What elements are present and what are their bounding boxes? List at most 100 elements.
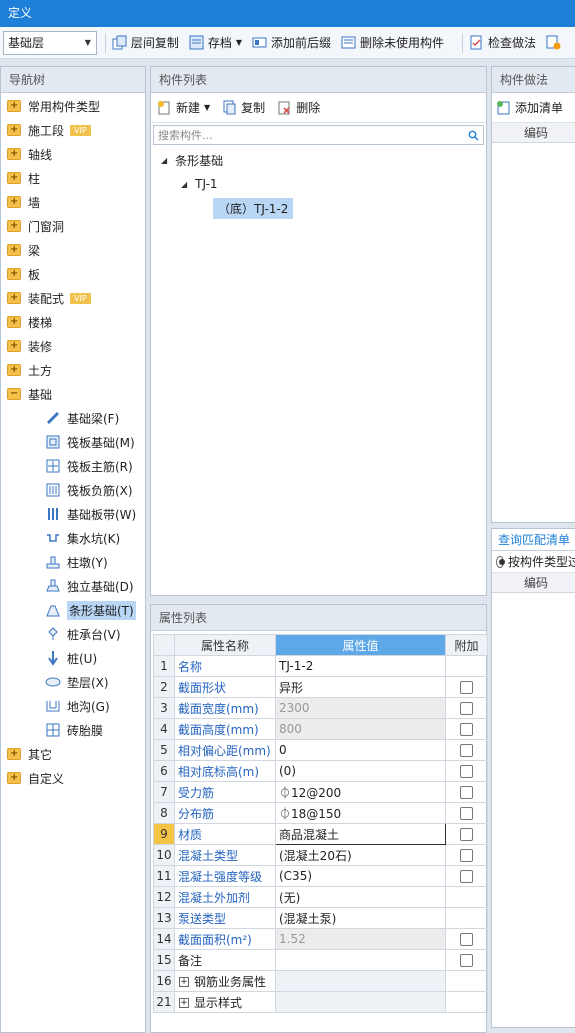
tree-node-tj-1[interactable]: ◢ TJ-1 (151, 172, 486, 196)
property-row[interactable]: 9 材质 商品混凝土 (153, 823, 488, 845)
nav-item-foundation[interactable]: − 基础 (1, 382, 145, 406)
nav-child-trench[interactable]: 地沟(G) (1, 694, 145, 718)
extra-checkbox[interactable] (460, 723, 473, 736)
nav-child-brick-mold[interactable]: 砖胎膜 (1, 718, 145, 742)
property-value[interactable]: ⏀18@150 (275, 802, 446, 824)
nav-item-construction-section[interactable]: + 施工段 VIP (1, 118, 145, 142)
property-value[interactable]: (混凝土20石) (275, 844, 446, 866)
nav-child-foundation-beam[interactable]: 基础梁(F) (1, 406, 145, 430)
property-row[interactable]: 15 备注 (153, 949, 488, 971)
property-value[interactable]: (C35) (275, 865, 446, 887)
property-value[interactable]: 2300 (275, 697, 446, 719)
check-method-button[interactable]: 检查做法 (469, 34, 536, 51)
extra-checkbox[interactable] (460, 786, 473, 799)
nav-child-raft[interactable]: 筏板基础(M) (1, 430, 145, 454)
nav-item-openings[interactable]: + 门窗洞 (1, 214, 145, 238)
nav-child-raft-main-rebar[interactable]: 筏板主筋(R) (1, 454, 145, 478)
nav-child-pile-cap[interactable]: 桩承台(V) (1, 622, 145, 646)
nav-item-earthwork[interactable]: + 土方 (1, 358, 145, 382)
nav-child-cushion[interactable]: 垫层(X) (1, 670, 145, 694)
nav-child-column-pier[interactable]: 柱墩(Y) (1, 550, 145, 574)
property-row[interactable]: 12 混凝土外加剂 (无) (153, 886, 488, 908)
expand-plus-icon[interactable]: + (179, 977, 189, 987)
component-search-input[interactable]: 搜索构件... (153, 125, 484, 145)
radio-button[interactable] (496, 555, 505, 568)
nav-item-stairs[interactable]: + 楼梯 (1, 310, 145, 334)
nav-item-common[interactable]: + 常用构件类型 (1, 94, 145, 118)
property-row[interactable]: 8 分布筋 ⏀18@150 (153, 802, 488, 824)
nav-item-wall[interactable]: + 墙 (1, 190, 145, 214)
nav-child-strip-footing[interactable]: 条形基础(T) (1, 598, 145, 622)
query-match-tab[interactable]: 查询匹配清单 (498, 531, 570, 548)
property-row[interactable]: 11 混凝土强度等级 (C35) (153, 865, 488, 887)
extra-checkbox[interactable] (460, 870, 473, 883)
tree-node-tj-1-2[interactable]: （底）TJ-1-2 (151, 196, 486, 220)
tree-node-strip-footing[interactable]: ◢ 条形基础 (151, 148, 486, 172)
property-name: 混凝土类型 (174, 844, 276, 866)
filter-by-type-radio[interactable]: 按构件类型过 (492, 551, 575, 573)
query-match-panel: 查询匹配清单 按构件类型过 编码 (491, 528, 575, 1028)
property-value[interactable]: 异形 (275, 676, 446, 698)
nav-child-sump-pit[interactable]: 集水坑(K) (1, 526, 145, 550)
nav-item-column[interactable]: + 柱 (1, 166, 145, 190)
property-row[interactable]: 10 混凝土类型 (混凝土20石) (153, 844, 488, 866)
nav-item-axis[interactable]: + 轴线 (1, 142, 145, 166)
property-row[interactable]: 3 截面宽度(mm) 2300 (153, 697, 488, 719)
main-toolbar: 基础层 ▼ 层间复制 存档 ▼ 添加前后缀 删除未使用构件 检查做法 (0, 27, 575, 59)
delete-unused-button[interactable]: 删除未使用构件 (341, 34, 444, 51)
nav-child-isolated-footing[interactable]: 独立基础(D) (1, 574, 145, 598)
add-list-button[interactable]: 添加清单 (496, 99, 563, 116)
nav-item-slab[interactable]: + 板 (1, 262, 145, 286)
extra-checkbox[interactable] (460, 702, 473, 715)
layer-select[interactable]: 基础层 ▼ (3, 30, 97, 55)
copy-between-layers-button[interactable]: 层间复制 (112, 34, 179, 51)
expand-plus-icon[interactable]: + (179, 998, 189, 1008)
add-prefix-suffix-button[interactable]: 添加前后缀 (252, 34, 331, 51)
property-row[interactable]: 4 截面高度(mm) 800 (153, 718, 488, 740)
property-value[interactable]: (0) (275, 760, 446, 782)
property-value[interactable]: (无) (275, 886, 446, 908)
property-name: 截面形状 (174, 676, 276, 698)
property-row[interactable]: 7 受力筋 ⏀12@200 (153, 781, 488, 803)
property-value[interactable]: 0 (275, 739, 446, 761)
nav-item-beam[interactable]: + 梁 (1, 238, 145, 262)
property-value[interactable] (275, 949, 446, 971)
extra-checkbox[interactable] (460, 744, 473, 757)
prefix-suffix-icon (252, 37, 267, 48)
nav-item-custom[interactable]: + 自定义 (1, 766, 145, 790)
property-value[interactable]: TJ-1-2 (275, 655, 446, 677)
property-group-row[interactable]: 21 + 显示样式 (153, 991, 488, 1013)
nav-item-finishing[interactable]: + 装修 (1, 334, 145, 358)
extra-checkbox[interactable] (460, 849, 473, 862)
new-component-button[interactable]: 新建 ▼ (157, 99, 210, 116)
extra-checkbox[interactable] (460, 765, 473, 778)
extra-checkbox[interactable] (460, 828, 473, 841)
nav-child-raft-neg-rebar[interactable]: 筏板负筋(X) (1, 478, 145, 502)
property-row[interactable]: 13 泵送类型 (混凝土泵) (153, 907, 488, 929)
settings-button[interactable] (546, 35, 565, 50)
property-value[interactable]: 800 (275, 718, 446, 740)
property-value[interactable]: (混凝土泵) (275, 907, 446, 929)
search-icon[interactable] (468, 130, 479, 141)
extra-checkbox[interactable] (460, 807, 473, 820)
extra-checkbox[interactable] (460, 681, 473, 694)
property-row[interactable]: 5 相对偏心距(mm) 0 (153, 739, 488, 761)
nav-child-pile[interactable]: 桩(U) (1, 646, 145, 670)
property-value[interactable]: 商品混凝土 (275, 823, 446, 845)
extra-checkbox[interactable] (460, 954, 473, 967)
delete-component-button[interactable]: 删除 (277, 99, 320, 116)
property-row[interactable]: 2 截面形状 异形 (153, 676, 488, 698)
extra-checkbox[interactable] (460, 933, 473, 946)
property-group-row[interactable]: 16 + 钢筋业务属性 (153, 970, 488, 992)
property-row[interactable]: 6 相对底标高(m) (0) (153, 760, 488, 782)
nav-item-prefab[interactable]: + 装配式 VIP (1, 286, 145, 310)
nav-child-slab-strip[interactable]: 基础板带(W) (1, 502, 145, 526)
property-value[interactable]: 1.52 (275, 928, 446, 950)
archive-button[interactable]: 存档 ▼ (189, 34, 242, 51)
copy-component-button[interactable]: 复制 (222, 99, 265, 116)
property-value[interactable]: ⏀12@200 (275, 781, 446, 803)
property-row[interactable]: 14 截面面积(m²) 1.52 (153, 928, 488, 950)
nav-child-label: 桩(U) (67, 651, 98, 666)
nav-item-other[interactable]: + 其它 (1, 742, 145, 766)
property-row[interactable]: 1 名称 TJ-1-2 (153, 655, 488, 677)
